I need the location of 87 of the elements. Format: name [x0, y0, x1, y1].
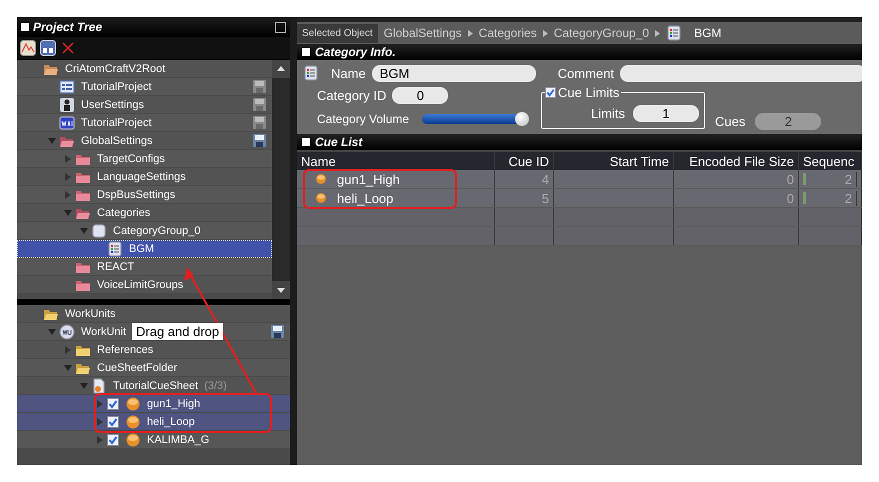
checkbox-label: Cue Limits: [558, 85, 620, 100]
field-label: Cues: [715, 114, 746, 129]
cue-icon: [315, 192, 327, 204]
list-icon: [666, 25, 682, 41]
field-label: Category Volume: [317, 112, 410, 126]
tree-item[interactable]: gun1_High: [17, 395, 290, 413]
breadcrumb-arrow-icon: [655, 30, 660, 36]
wav-file-icon: [59, 114, 75, 130]
person-icon: [59, 96, 75, 112]
checkbox[interactable]: [107, 416, 119, 428]
tree-item[interactable]: UserSettings: [17, 96, 272, 114]
field-label: Comment: [558, 66, 614, 80]
table-cell: 0: [674, 189, 799, 207]
rounded-square-icon: [91, 222, 107, 238]
slider-thumb[interactable]: [515, 112, 530, 126]
item-count: (3/3): [204, 380, 228, 392]
delete-icon[interactable]: [60, 40, 76, 56]
table-cell: 0: [674, 170, 799, 188]
table-cell: 5: [495, 189, 554, 207]
checkbox[interactable]: [107, 398, 119, 410]
cue-name: heli_Loop: [337, 190, 394, 206]
cues-field: 2: [755, 113, 822, 130]
tree-item[interactable]: heli_Loop: [17, 413, 290, 431]
checkbox[interactable]: [107, 434, 119, 446]
cue-icon: [125, 432, 141, 448]
collapse-arrow-icon[interactable]: [46, 136, 59, 146]
tree-item[interactable]: CueSheetFolder: [17, 359, 290, 377]
field-label: Category ID: [317, 88, 386, 102]
selected-object-tab[interactable]: Selected Object: [297, 24, 378, 42]
tree-item[interactable]: CriAtomCraftV2Root: [17, 60, 272, 78]
scrollbar[interactable]: [272, 60, 290, 299]
tree-item[interactable]: GlobalSettings: [17, 132, 272, 150]
category-id-field[interactable]: 0: [392, 86, 448, 104]
field-label: Name: [331, 66, 366, 80]
square-icon: [302, 48, 310, 56]
collapse-arrow-icon[interactable]: [62, 208, 75, 218]
name-field[interactable]: BGM: [372, 64, 536, 82]
collapse-arrow-icon[interactable]: [78, 380, 91, 390]
breadcrumb-item[interactable]: Categories: [478, 26, 537, 40]
document-icon: [91, 378, 107, 394]
tree-item[interactable]: BGM: [17, 240, 272, 258]
list-icon: [303, 65, 319, 81]
collapse-arrow-icon[interactable]: [46, 326, 59, 336]
sequence-bar: [803, 192, 806, 204]
table-cell: 2: [812, 172, 857, 186]
tree-item[interactable]: TutorialProject: [17, 78, 272, 96]
tree-item[interactable]: TargetConfigs: [17, 150, 272, 168]
comment-field[interactable]: [620, 64, 862, 82]
tree-item[interactable]: VoiceLimitGroups: [17, 276, 272, 294]
tree-item[interactable]: TutorialCueSheet (3/3): [17, 377, 290, 395]
tree-item[interactable]: LanguageSettings: [17, 168, 272, 186]
tree-item[interactable]: WorkUnits: [17, 305, 290, 323]
square-icon: [21, 23, 29, 31]
breadcrumb-arrow-icon: [468, 30, 473, 36]
list-icon: [107, 240, 123, 256]
tree-item[interactable]: DspBusSettings: [17, 186, 272, 204]
tree-item[interactable]: Categories: [17, 204, 272, 222]
limits-field[interactable]: 1: [633, 105, 699, 122]
sequence-bar: [803, 173, 806, 185]
tree-item[interactable]: CategoryGroup_0: [17, 222, 272, 240]
cue-icon: [125, 414, 141, 430]
field-label: Limits: [591, 106, 625, 121]
table-cell: 4: [495, 170, 554, 188]
checkbox[interactable]: [545, 87, 556, 98]
breadcrumb-item[interactable]: GlobalSettings: [384, 26, 462, 40]
panel-title: Project Tree: [33, 20, 104, 34]
cue-icon: [315, 173, 327, 185]
tree-item[interactable]: REACT: [17, 258, 272, 276]
tree-item[interactable]: References: [17, 341, 290, 359]
wu-disc-icon: [59, 324, 75, 340]
section-title: Cue List: [315, 135, 362, 149]
collapse-arrow-icon[interactable]: [62, 362, 75, 372]
list-icon: [59, 78, 75, 94]
breadcrumb-item[interactable]: CategoryGroup_0: [554, 26, 650, 40]
section-title: Category Info.: [315, 45, 396, 59]
cue-icon: [125, 396, 141, 412]
tree-item[interactable]: TutorialProject: [17, 114, 272, 132]
breadcrumb-arrow-icon: [542, 30, 548, 36]
tree-item[interactable]: KALIMBA_G: [17, 431, 290, 449]
table-cell: 2: [812, 190, 857, 206]
square-icon: [302, 138, 310, 146]
graph-icon[interactable]: [20, 40, 36, 56]
minimize-button[interactable]: [275, 22, 286, 32]
collapse-arrow-icon[interactable]: [78, 226, 91, 236]
cue-name: gun1_High: [337, 172, 400, 186]
breadcrumb-item[interactable]: BGM: [694, 26, 722, 40]
tooltip: Drag and drop: [132, 323, 224, 340]
